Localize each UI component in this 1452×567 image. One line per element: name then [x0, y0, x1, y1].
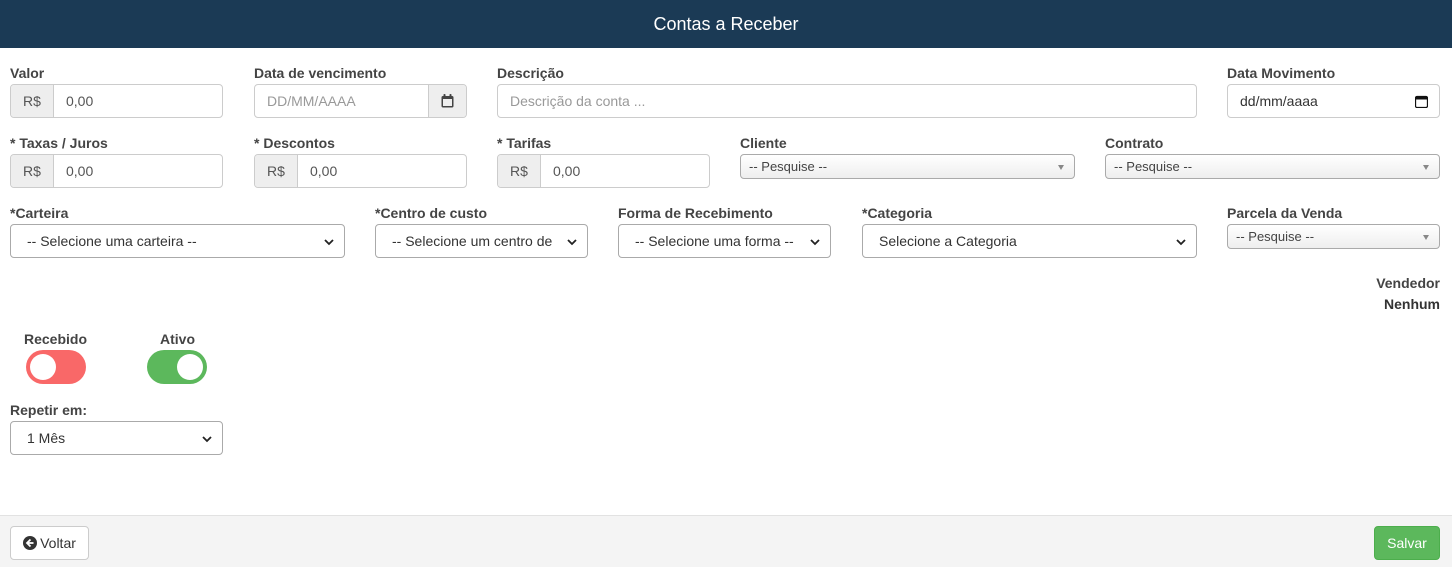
carteira-label: *Carteira [10, 205, 69, 221]
forma-recebimento-label: Forma de Recebimento [618, 205, 773, 221]
back-button-label: Voltar [40, 535, 76, 551]
descontos-input[interactable]: 0,00 [298, 155, 466, 187]
valor-input-group: R$ 0,00 [10, 84, 223, 118]
valor-currency-addon: R$ [11, 85, 54, 117]
data-vencimento-label: Data de vencimento [254, 65, 387, 81]
ativo-toggle[interactable] [147, 350, 207, 384]
parcela-venda-label: Parcela da Venda [1227, 205, 1343, 221]
valor-value: 0,00 [66, 93, 94, 109]
chevron-down-icon [567, 239, 577, 246]
chevron-down-icon [1176, 239, 1186, 246]
vendedor-label: Vendedor [1376, 275, 1440, 291]
caret-down-icon [1058, 165, 1064, 170]
tarifas-value: 0,00 [553, 163, 581, 179]
cliente-select-value: -- Pesquise -- [749, 159, 828, 174]
contrato-select-value: -- Pesquise -- [1114, 159, 1193, 174]
page-header: Contas a Receber [0, 0, 1452, 48]
parcela-venda-select-value: -- Pesquise -- [1236, 229, 1315, 244]
toggle-knob [177, 354, 203, 380]
descricao-label: Descrição [497, 65, 564, 81]
descontos-value: 0,00 [310, 163, 338, 179]
taxas-label: * Taxas / Juros [10, 135, 108, 151]
data-movimento-placeholder: dd/mm/aaaa [1240, 93, 1318, 109]
centro-custo-select-value: -- Selecione um centro de [392, 233, 553, 249]
centro-custo-label: *Centro de custo [375, 205, 488, 221]
descricao-input[interactable]: Descrição da conta ... [497, 84, 1197, 118]
parcela-venda-search-select[interactable]: -- Pesquise -- [1227, 224, 1440, 249]
chevron-down-icon [202, 436, 212, 443]
calendar-icon[interactable] [1415, 95, 1428, 108]
repetir-select-value: 1 Mês [27, 430, 66, 446]
categoria-select[interactable]: Selecione a Categoria [862, 224, 1197, 258]
tarifas-input-group: R$ 0,00 [497, 154, 710, 188]
tarifas-currency-addon: R$ [498, 155, 541, 187]
repetir-label: Repetir em: [10, 402, 88, 418]
categoria-label: *Categoria [862, 205, 933, 221]
descontos-input-group: R$ 0,00 [254, 154, 467, 188]
calendar-button[interactable] [428, 85, 466, 117]
recebido-label: Recebido [24, 331, 88, 347]
chevron-down-icon [810, 239, 820, 246]
data-movimento-label: Data Movimento [1227, 65, 1336, 81]
cliente-search-select[interactable]: -- Pesquise -- [740, 154, 1075, 179]
caret-down-icon [1423, 165, 1429, 170]
toggle-knob [30, 354, 56, 380]
data-vencimento-input[interactable]: DD/MM/AAAA [255, 85, 428, 117]
form-footer: Voltar Salvar [0, 515, 1452, 567]
back-button[interactable]: Voltar [10, 526, 89, 560]
descontos-currency-addon: R$ [255, 155, 298, 187]
valor-label: Valor [10, 65, 45, 81]
data-vencimento-input-group: DD/MM/AAAA [254, 84, 467, 118]
contrato-search-select[interactable]: -- Pesquise -- [1105, 154, 1440, 179]
centro-custo-select[interactable]: -- Selecione um centro de [375, 224, 588, 258]
ativo-label: Ativo [160, 331, 195, 347]
data-movimento-input[interactable]: dd/mm/aaaa [1227, 84, 1440, 118]
carteira-select-value: -- Selecione uma carteira -- [27, 233, 197, 249]
save-button[interactable]: Salvar [1374, 526, 1440, 560]
calendar-icon [441, 94, 454, 108]
descontos-label: * Descontos [254, 135, 335, 151]
page-title: Contas a Receber [653, 13, 799, 34]
forma-recebimento-select-value: -- Selecione uma forma -- [635, 233, 794, 249]
cliente-label: Cliente [740, 135, 787, 151]
carteira-select[interactable]: -- Selecione uma carteira -- [10, 224, 345, 258]
save-button-label: Salvar [1387, 535, 1427, 551]
arrow-left-circle-icon [23, 536, 38, 550]
taxas-input[interactable]: 0,00 [54, 155, 222, 187]
taxas-currency-addon: R$ [11, 155, 54, 187]
recebido-toggle[interactable] [26, 350, 86, 384]
descricao-placeholder: Descrição da conta ... [510, 93, 646, 109]
vendedor-value: Nenhum [1384, 296, 1440, 312]
categoria-select-value: Selecione a Categoria [879, 233, 1017, 249]
tarifas-input[interactable]: 0,00 [541, 155, 709, 187]
chevron-down-icon [324, 239, 334, 246]
forma-recebimento-select[interactable]: -- Selecione uma forma -- [618, 224, 831, 258]
valor-input[interactable]: 0,00 [54, 85, 222, 117]
taxas-input-group: R$ 0,00 [10, 154, 223, 188]
taxas-value: 0,00 [66, 163, 94, 179]
contrato-label: Contrato [1105, 135, 1164, 151]
data-vencimento-placeholder: DD/MM/AAAA [267, 93, 356, 109]
caret-down-icon [1423, 235, 1429, 240]
repetir-select[interactable]: 1 Mês [10, 421, 223, 455]
tarifas-label: * Tarifas [497, 135, 552, 151]
